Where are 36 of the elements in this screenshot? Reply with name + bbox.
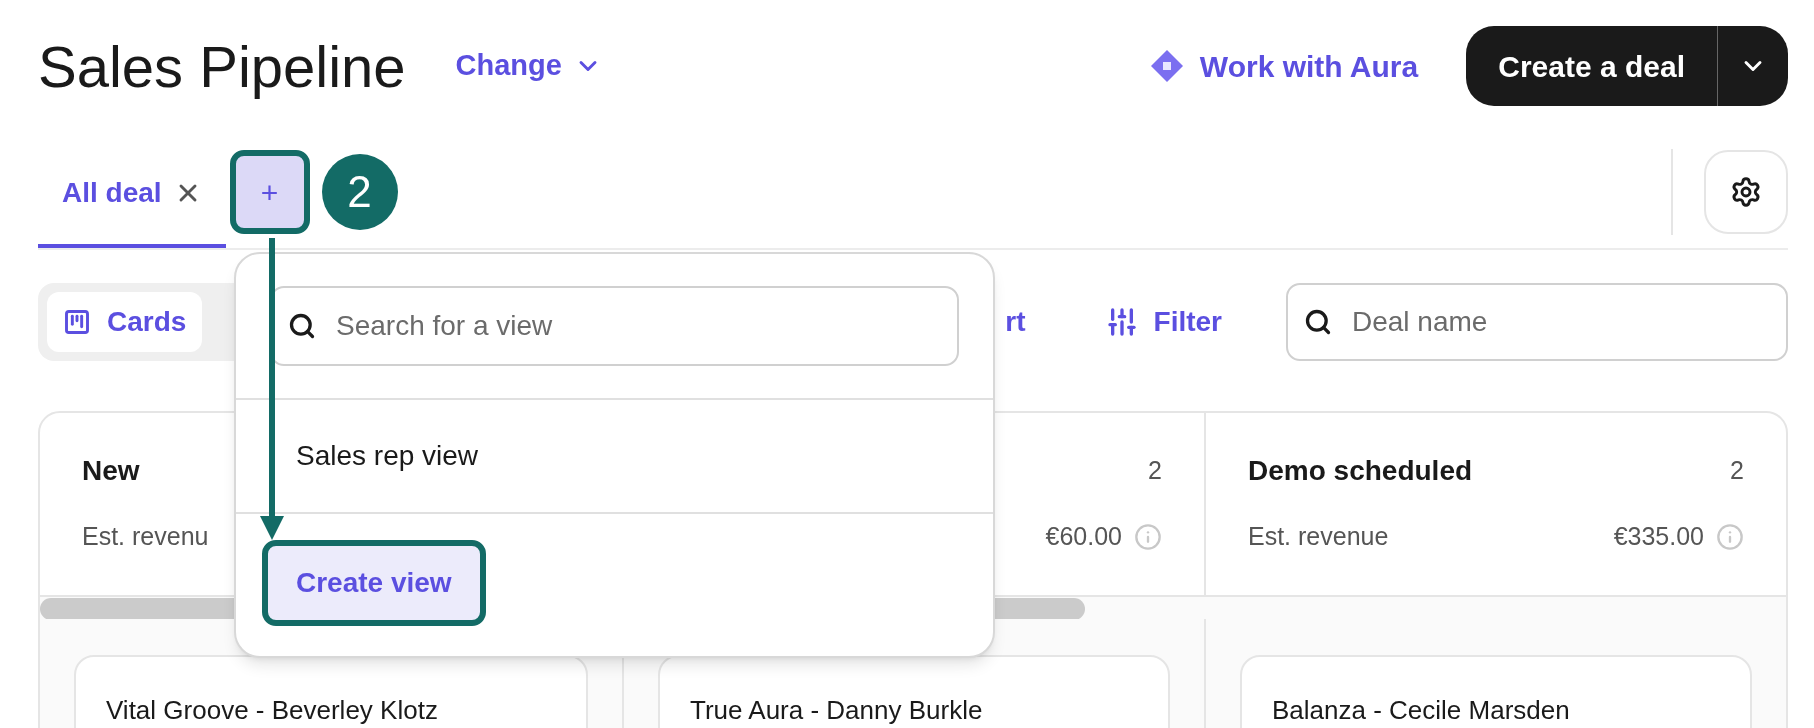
aura-button[interactable]: Work with Aura — [1149, 43, 1419, 89]
revenue-amount: €60.00 — [1045, 521, 1122, 553]
sliders-icon — [1105, 306, 1138, 338]
column-count: 2 — [1730, 455, 1744, 487]
diamond-icon — [1149, 49, 1184, 83]
search-icon — [288, 312, 316, 340]
revenue-label: Est. revenu — [82, 521, 209, 553]
cards-view-button[interactable]: Cards — [47, 292, 203, 352]
change-button[interactable]: Change — [455, 44, 602, 88]
deal-title: Vital Groove - Beverley Klotz — [106, 695, 438, 725]
column-count: 2 — [1148, 455, 1162, 487]
deal-card[interactable]: Vital Groove - Beverley Klotz — [74, 655, 588, 728]
column-title: Demo scheduled — [1248, 454, 1473, 488]
add-view-button[interactable]: + — [229, 150, 310, 234]
settings-icon — [1730, 176, 1762, 208]
deal-title: True Aura - Danny Burkle — [690, 695, 983, 725]
create-view-button[interactable]: Create view — [262, 540, 486, 626]
info-icon — [1716, 523, 1744, 551]
revenue-amount: €335.00 — [1613, 521, 1704, 553]
board-icon — [63, 308, 91, 336]
step-badge: 2 — [321, 154, 398, 230]
deal-card[interactable]: True Aura - Danny Burkle — [658, 655, 1170, 728]
deal-search-field[interactable]: Deal name — [1286, 283, 1788, 361]
deal-title: Balanza - Cecile Marsden — [1272, 695, 1570, 725]
view-tab[interactable]: All deal — [38, 136, 226, 248]
settings-button[interactable] — [1704, 150, 1788, 234]
create-deal-button[interactable]: Create a deal — [1466, 26, 1717, 106]
column-title: New — [82, 454, 140, 488]
search-icon — [1304, 308, 1332, 336]
info-icon — [1134, 523, 1162, 551]
view-list-item[interactable]: Sales rep view — [236, 400, 993, 512]
page-title: Sales Pipeline — [38, 32, 406, 101]
sort-button[interactable]: rt — [1005, 301, 1026, 343]
deal-card[interactable]: Balanza - Cecile Marsden — [1240, 655, 1752, 728]
filter-button[interactable]: Filter — [1105, 301, 1222, 343]
revenue-label: Est. revenue — [1248, 521, 1389, 553]
